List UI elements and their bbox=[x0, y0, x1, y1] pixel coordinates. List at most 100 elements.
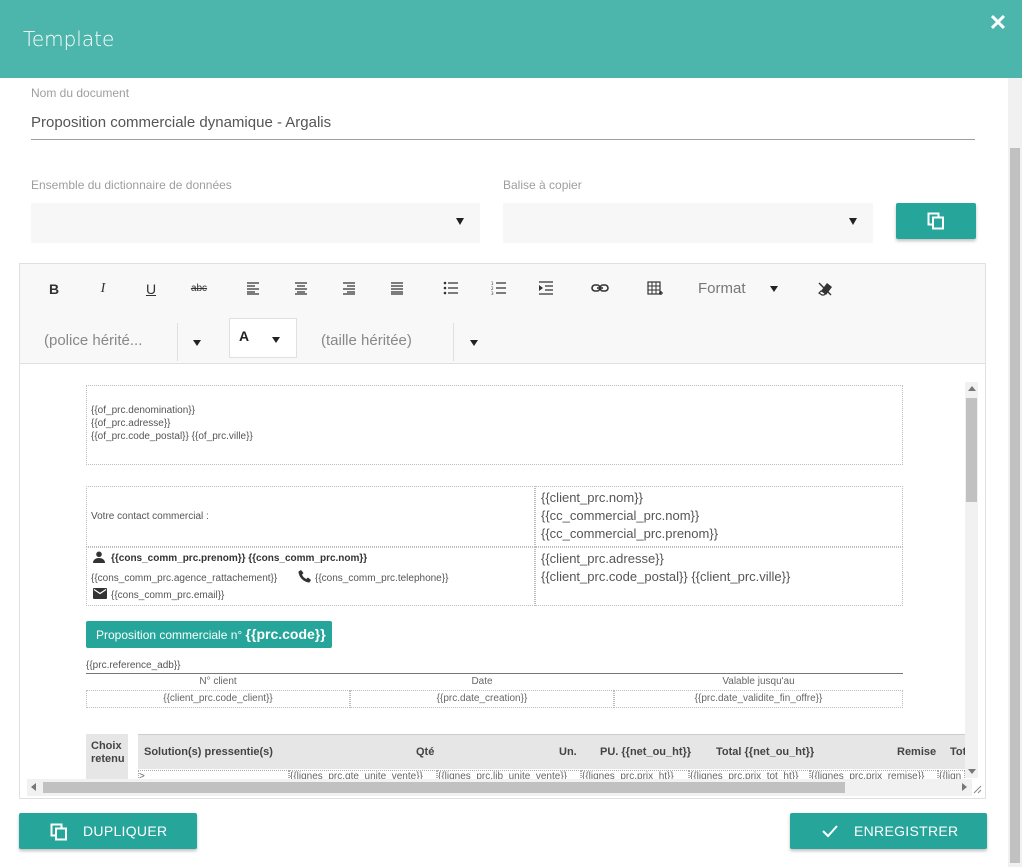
font-color-button[interactable]: A bbox=[229, 318, 297, 358]
justify-icon bbox=[391, 282, 403, 295]
scroll-right-icon[interactable] bbox=[962, 783, 967, 791]
copy-icon bbox=[50, 823, 67, 841]
scroll-left-icon[interactable] bbox=[31, 783, 36, 791]
toolbar-divider bbox=[177, 323, 178, 361]
table-button[interactable] bbox=[646, 278, 664, 300]
cc-commercial-name: {{cc_commercial_prc.nom}} bbox=[541, 508, 700, 523]
duplicate-label: DUPLIQUER bbox=[83, 823, 168, 839]
th-unit: Un. bbox=[559, 746, 577, 758]
info-value-validity: {{prc.date_validite_fin_offre}} bbox=[614, 690, 903, 708]
th-unit-price: PU. {{net_ou_ht}} bbox=[600, 746, 692, 758]
contact-label-cell: Votre contact commercial : bbox=[86, 486, 535, 547]
align-left-button[interactable] bbox=[244, 278, 262, 300]
align-center-icon bbox=[295, 282, 307, 295]
scroll-up-icon[interactable] bbox=[968, 386, 976, 391]
resize-handle-icon[interactable] bbox=[972, 784, 982, 794]
modal-scrollbar[interactable] bbox=[1008, 78, 1022, 867]
editor-horizontal-scrollbar[interactable] bbox=[27, 779, 972, 796]
consultant-name: {{cons_comm_prc.prenom}} {{cons_comm_prc… bbox=[111, 553, 368, 564]
rich-text-editor: B I U abc 123 Format (police hérité... A… bbox=[19, 263, 986, 799]
duplicate-button[interactable]: DUPLIQUER bbox=[19, 813, 197, 849]
client-address: {{client_prc.adresse}} bbox=[541, 551, 664, 566]
consultant-agency: {{cons_comm_prc.agence_rattachement}} bbox=[91, 573, 278, 584]
org-address: {{of_prc.adresse}} bbox=[91, 418, 171, 429]
bullet-list-icon bbox=[443, 281, 458, 295]
proposal-banner: Proposition commerciale n° {{prc.code}} bbox=[86, 621, 332, 648]
justify-button[interactable] bbox=[388, 278, 406, 300]
editor-vertical-scrollbar[interactable] bbox=[965, 382, 978, 778]
caret-down-icon bbox=[456, 218, 464, 225]
dictionary-select[interactable] bbox=[31, 203, 480, 243]
eraser-icon bbox=[818, 282, 832, 296]
consultant-cell: {{cons_comm_prc.prenom}} {{cons_comm_prc… bbox=[86, 547, 535, 606]
align-center-button[interactable] bbox=[292, 278, 310, 300]
editor-content[interactable]: {{of_prc.denomination}} {{of_prc.adresse… bbox=[20, 365, 965, 780]
toolbar-divider bbox=[453, 323, 454, 361]
font-color-label: A bbox=[239, 328, 250, 344]
phone-icon bbox=[298, 570, 311, 583]
bold-button[interactable]: B bbox=[46, 278, 62, 300]
modal-header: Template ✕ bbox=[0, 0, 1022, 78]
font-size-caret-icon[interactable] bbox=[470, 340, 478, 346]
choice-header: Choix retenu bbox=[86, 734, 128, 780]
underline-button[interactable]: U bbox=[143, 278, 159, 300]
align-right-icon bbox=[343, 282, 355, 295]
info-value-client: {{client_prc.code_client}} bbox=[86, 690, 350, 708]
format-select[interactable]: Format bbox=[698, 278, 746, 300]
numbered-list-icon: 123 bbox=[491, 281, 506, 295]
contact-label: Votre contact commercial : bbox=[91, 511, 209, 522]
strikethrough-button[interactable]: abc bbox=[188, 278, 210, 300]
cc-commercial-firstname: {{cc_commercial_prc.prenom}} bbox=[541, 526, 719, 541]
document-name-label: Nom du document bbox=[31, 86, 130, 100]
client-name-cell: {{client_prc.nom}} {{cc_commercial_prc.n… bbox=[535, 486, 903, 547]
editor-hscroll-thumb[interactable] bbox=[43, 782, 845, 793]
client-city: {{client_prc.code_postal}} {{client_prc.… bbox=[541, 569, 791, 584]
font-family-select[interactable]: (police hérité... bbox=[44, 332, 142, 349]
clear-format-button[interactable] bbox=[816, 278, 834, 300]
solutions-table-header: Solution(s) pressentie(s) Qté Un. PU. {{… bbox=[138, 734, 965, 769]
th-discount: Remise bbox=[897, 746, 937, 758]
copy-tag-button[interactable] bbox=[896, 203, 976, 239]
caret-down-icon bbox=[849, 218, 857, 225]
indent-button[interactable] bbox=[537, 278, 555, 300]
font-size-select[interactable]: (taille héritée) bbox=[321, 332, 412, 349]
save-button[interactable]: ENREGISTRER bbox=[790, 813, 987, 849]
check-icon bbox=[822, 825, 838, 838]
font-family-caret-icon[interactable] bbox=[193, 340, 201, 346]
document-name-input[interactable] bbox=[31, 106, 975, 140]
th-total: Total {{net_ou_ht}} bbox=[716, 746, 815, 758]
modal-title: Template bbox=[23, 27, 115, 51]
scroll-down-icon[interactable] bbox=[968, 769, 976, 774]
editor-toolbar: B I U abc 123 Format (police hérité... A… bbox=[20, 264, 985, 364]
align-right-button[interactable] bbox=[340, 278, 358, 300]
align-left-icon bbox=[247, 282, 259, 295]
numbered-list-button[interactable]: 123 bbox=[490, 278, 508, 300]
info-value-date: {{prc.date_creation}} bbox=[350, 690, 614, 708]
th-total-truncated: Tot bbox=[950, 746, 965, 758]
save-label: ENREGISTRER bbox=[854, 823, 959, 839]
italic-button[interactable]: I bbox=[95, 278, 111, 300]
link-button[interactable] bbox=[591, 278, 609, 300]
dictionary-label: Ensemble du dictionnaire de données bbox=[31, 178, 232, 192]
svg-text:3: 3 bbox=[491, 291, 494, 295]
th-quantity: Qté bbox=[416, 746, 435, 758]
template-modal: Template ✕ Nom du document Ensemble du d… bbox=[0, 0, 1022, 867]
table-icon bbox=[647, 281, 663, 295]
org-denomination: {{of_prc.denomination}} bbox=[91, 405, 195, 416]
org-address-block: {{of_prc.denomination}} {{of_prc.adresse… bbox=[86, 385, 903, 465]
indent-icon bbox=[539, 281, 553, 295]
proposal-reference: {{prc.reference_adb}} bbox=[86, 660, 181, 671]
th-solutions: Solution(s) pressentie(s) bbox=[144, 746, 273, 758]
email-icon bbox=[93, 588, 107, 599]
editor-vscroll-thumb[interactable] bbox=[966, 398, 977, 502]
tag-select[interactable] bbox=[503, 203, 873, 243]
modal-scrollbar-thumb[interactable] bbox=[1010, 148, 1020, 863]
bullet-list-button[interactable] bbox=[442, 278, 460, 300]
format-caret-icon[interactable] bbox=[770, 286, 778, 292]
proposal-code: {{prc.code}} bbox=[245, 626, 326, 642]
link-icon bbox=[591, 284, 609, 292]
consultant-email: {{cons_comm_prc.email}} bbox=[111, 590, 225, 601]
close-icon[interactable]: ✕ bbox=[988, 12, 1008, 34]
org-city: {{of_prc.code_postal}} {{of_prc.ville}} bbox=[91, 431, 253, 442]
proposal-banner-prefix: Proposition commerciale n° bbox=[96, 628, 243, 642]
